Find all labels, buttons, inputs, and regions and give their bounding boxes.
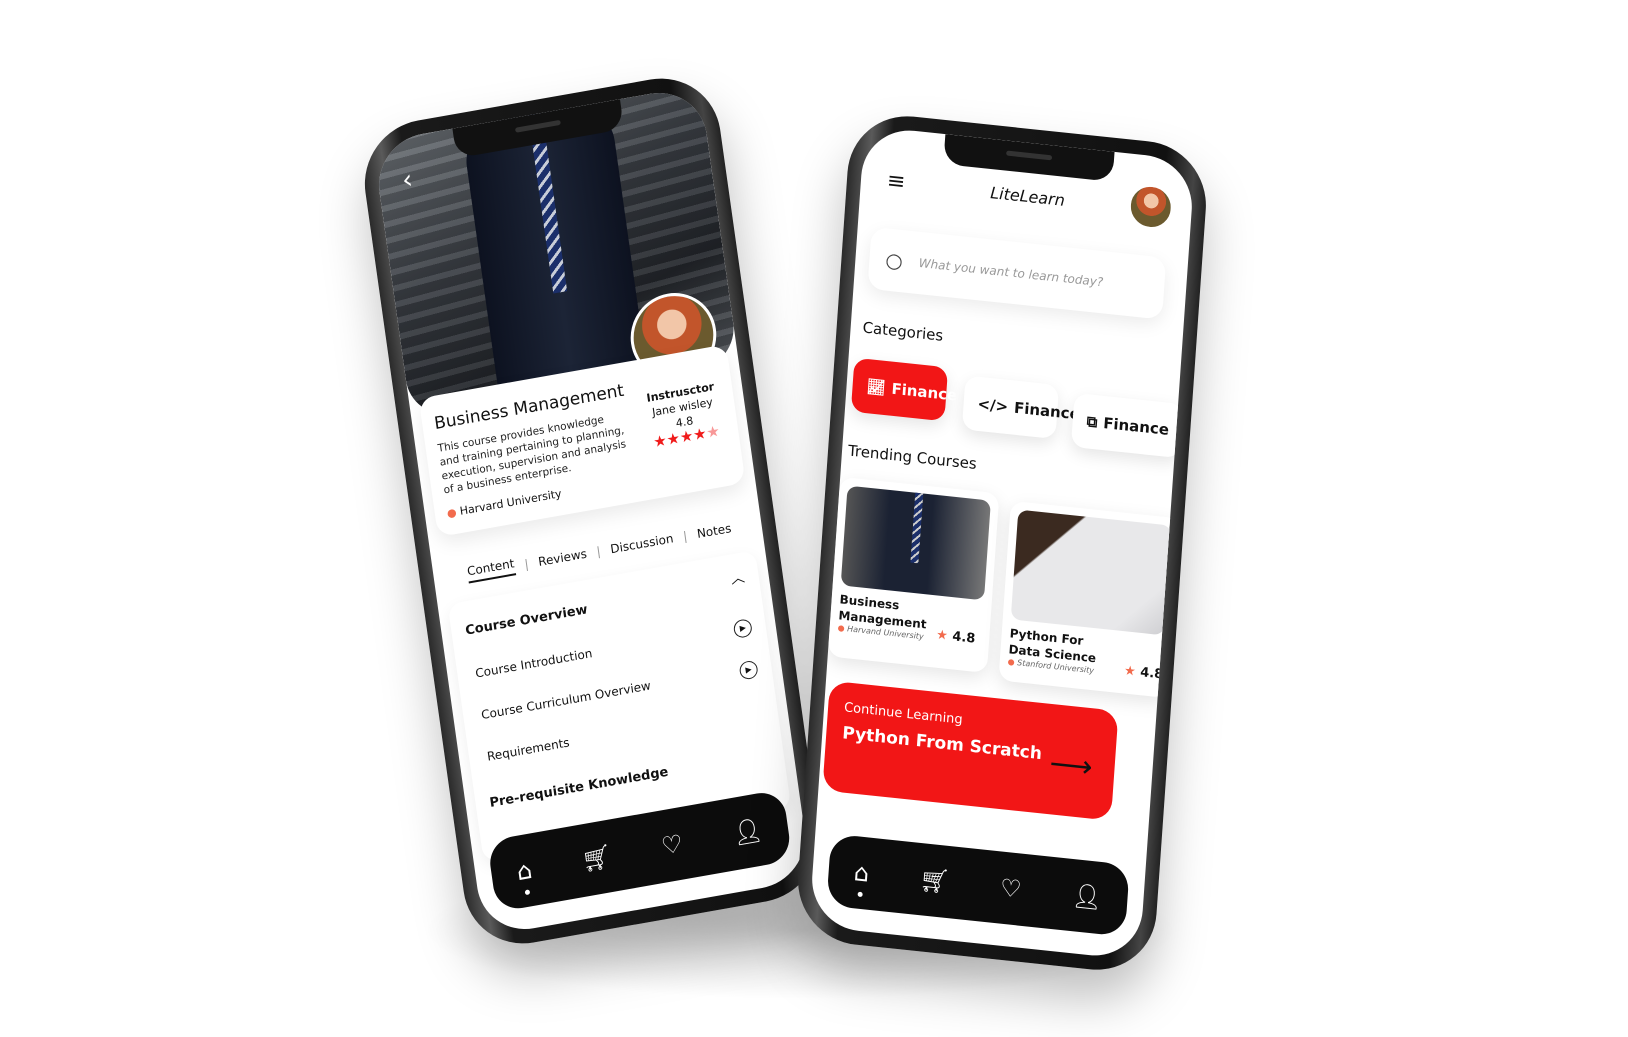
heart-icon[interactable]: ♡ (660, 829, 685, 860)
category-chip[interactable]: ⧉ Finance (1070, 392, 1185, 459)
notch (943, 134, 1115, 182)
categories-heading: Categories (862, 318, 944, 345)
user-icon[interactable]: 👤︎ (731, 815, 765, 848)
arrow-right-icon[interactable]: ⟶ (1048, 746, 1093, 785)
cart-icon[interactable]: 🛒︎ (580, 842, 614, 875)
search-input[interactable]: What you want to learn today? (918, 256, 1103, 289)
search-icon: ○ (884, 247, 904, 274)
left-phone: ‹ Business Management This course provid… (356, 68, 828, 954)
course-card[interactable]: Business Management ● Harvand University… (827, 476, 1000, 674)
cart-icon[interactable]: 🛒︎ (918, 865, 950, 896)
tab-discussion[interactable]: Discussion (609, 531, 674, 556)
course-thumbnail (1010, 509, 1172, 636)
continue-learning-banner[interactable]: Continue Learning Python From Scratch ⟶ (822, 680, 1119, 821)
home-icon[interactable]: ⌂ (515, 856, 534, 896)
star-icon: ★ (1123, 663, 1137, 680)
course-card-rating: ★ 4.8 (935, 627, 976, 647)
documents-icon: ⧉ (1086, 412, 1098, 432)
section-prerequisite[interactable]: Pre-requisite Knowledge (489, 765, 670, 811)
bottom-nav: ⌂ 🛒︎ ♡ 👤︎ (826, 833, 1130, 937)
tab-reviews[interactable]: Reviews (537, 546, 587, 568)
course-card[interactable]: Python For Data Science ● Stanford Unive… (998, 500, 1181, 699)
chart-icon: 📈︎ (865, 377, 887, 398)
code-icon: </> (977, 394, 1009, 416)
tab-content[interactable]: Content (466, 556, 516, 584)
menu-icon[interactable]: ≡ (886, 168, 906, 195)
right-phone: ≡ LiteLearn ○ What you want to learn tod… (793, 110, 1211, 976)
category-chip[interactable]: </> Finance (961, 375, 1080, 440)
trending-heading: Trending Courses (847, 441, 978, 473)
lesson-item[interactable]: Requirements (486, 735, 570, 763)
heart-icon[interactable]: ♡ (999, 874, 1022, 904)
course-thumbnail (840, 485, 991, 601)
tab-notes[interactable]: Notes (696, 521, 732, 541)
play-icon[interactable]: ▶ (732, 618, 753, 639)
location-pin-icon: ● (446, 505, 458, 521)
play-icon[interactable]: ▶ (738, 659, 759, 681)
home-screen: ≡ LiteLearn ○ What you want to learn tod… (808, 125, 1196, 961)
chevron-up-icon[interactable]: ︿ (729, 567, 746, 589)
category-chip-active[interactable]: 📈︎ Finance (850, 357, 958, 422)
user-icon[interactable]: 👤︎ (1071, 881, 1103, 912)
section-course-overview[interactable]: Course Overview (464, 602, 588, 638)
home-icon[interactable]: ⌂ (853, 858, 870, 898)
profile-avatar[interactable] (1126, 181, 1176, 233)
star-icon: ★ (935, 627, 949, 644)
course-card-rating: ★ 4.8 (1123, 663, 1164, 683)
search-bar[interactable]: ○ What you want to learn today? (867, 227, 1166, 320)
course-detail-screen: ‹ Business Management This course provid… (372, 85, 812, 937)
location-pin-icon: ● (1007, 657, 1015, 667)
app-title: LiteLearn (989, 183, 1066, 210)
location-pin-icon: ● (837, 623, 845, 633)
